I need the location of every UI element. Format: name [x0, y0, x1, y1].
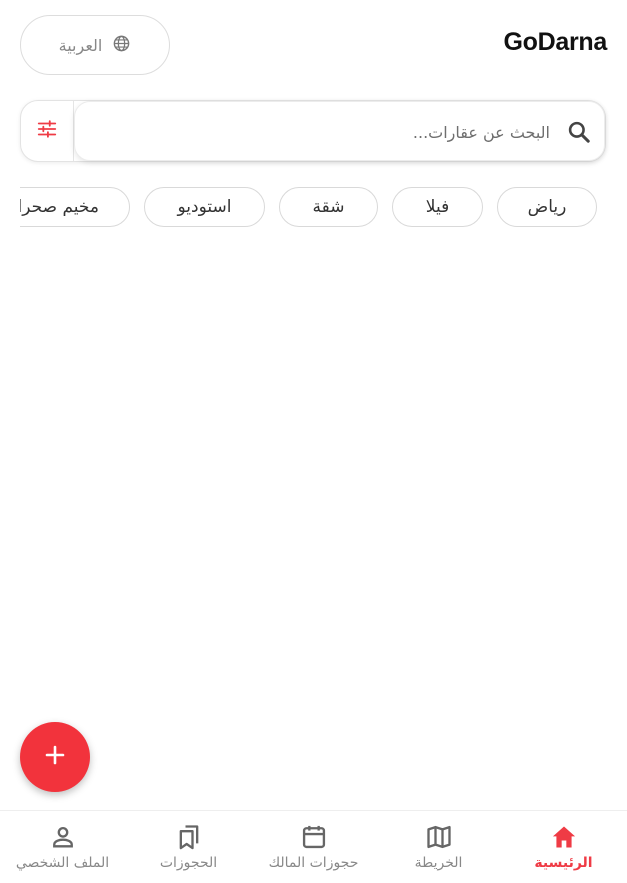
nav-bookings-label: الحجوزات [159, 855, 218, 871]
chip-riad[interactable]: رياض [497, 187, 597, 227]
chip-apartment[interactable]: شقة [279, 187, 378, 227]
app-brand: GoDarna [503, 28, 608, 56]
filter-button[interactable] [21, 101, 74, 161]
nav-home-label: الرئيسية [534, 855, 593, 871]
language-button[interactable]: العربية [20, 15, 170, 75]
bookmarks-icon [175, 823, 203, 851]
nav-owner-bookings-label: حجوزات المالك [268, 855, 359, 871]
nav-map-label: الخريطة [414, 855, 463, 871]
globe-icon [112, 34, 131, 57]
nav-home[interactable]: الرئيسية [501, 811, 626, 883]
nav-map[interactable]: الخريطة [376, 811, 501, 883]
bottom-nav: الرئيسية الخريطة حجوزات المالك الحجوزات … [0, 810, 627, 883]
chip-studio[interactable]: استوديو [144, 187, 265, 227]
nav-profile[interactable]: الملف الشخصي [0, 811, 125, 883]
category-chips: رياض فيلا شقة استوديو مخيم صحرا [20, 187, 610, 229]
chip-villa[interactable]: فيلا [392, 187, 483, 227]
nav-profile-label: الملف الشخصي [15, 855, 110, 871]
search-field [74, 101, 605, 162]
search-bar [20, 100, 606, 162]
person-icon [49, 823, 77, 851]
add-property-button[interactable] [20, 722, 90, 792]
app-header: GoDarna العربية [0, 0, 627, 90]
language-label: العربية [58, 35, 103, 55]
search-icon[interactable] [566, 119, 592, 145]
search-input[interactable] [89, 102, 552, 162]
nav-owner-bookings[interactable]: حجوزات المالك [251, 811, 376, 883]
nav-bookings[interactable]: الحجوزات [126, 811, 251, 883]
plus-icon [43, 743, 67, 771]
calendar-icon [300, 823, 328, 851]
filter-icon [36, 118, 58, 144]
chip-desert-camp[interactable]: مخيم صحرا [20, 187, 130, 227]
home-icon [550, 823, 578, 851]
map-icon [425, 823, 453, 851]
